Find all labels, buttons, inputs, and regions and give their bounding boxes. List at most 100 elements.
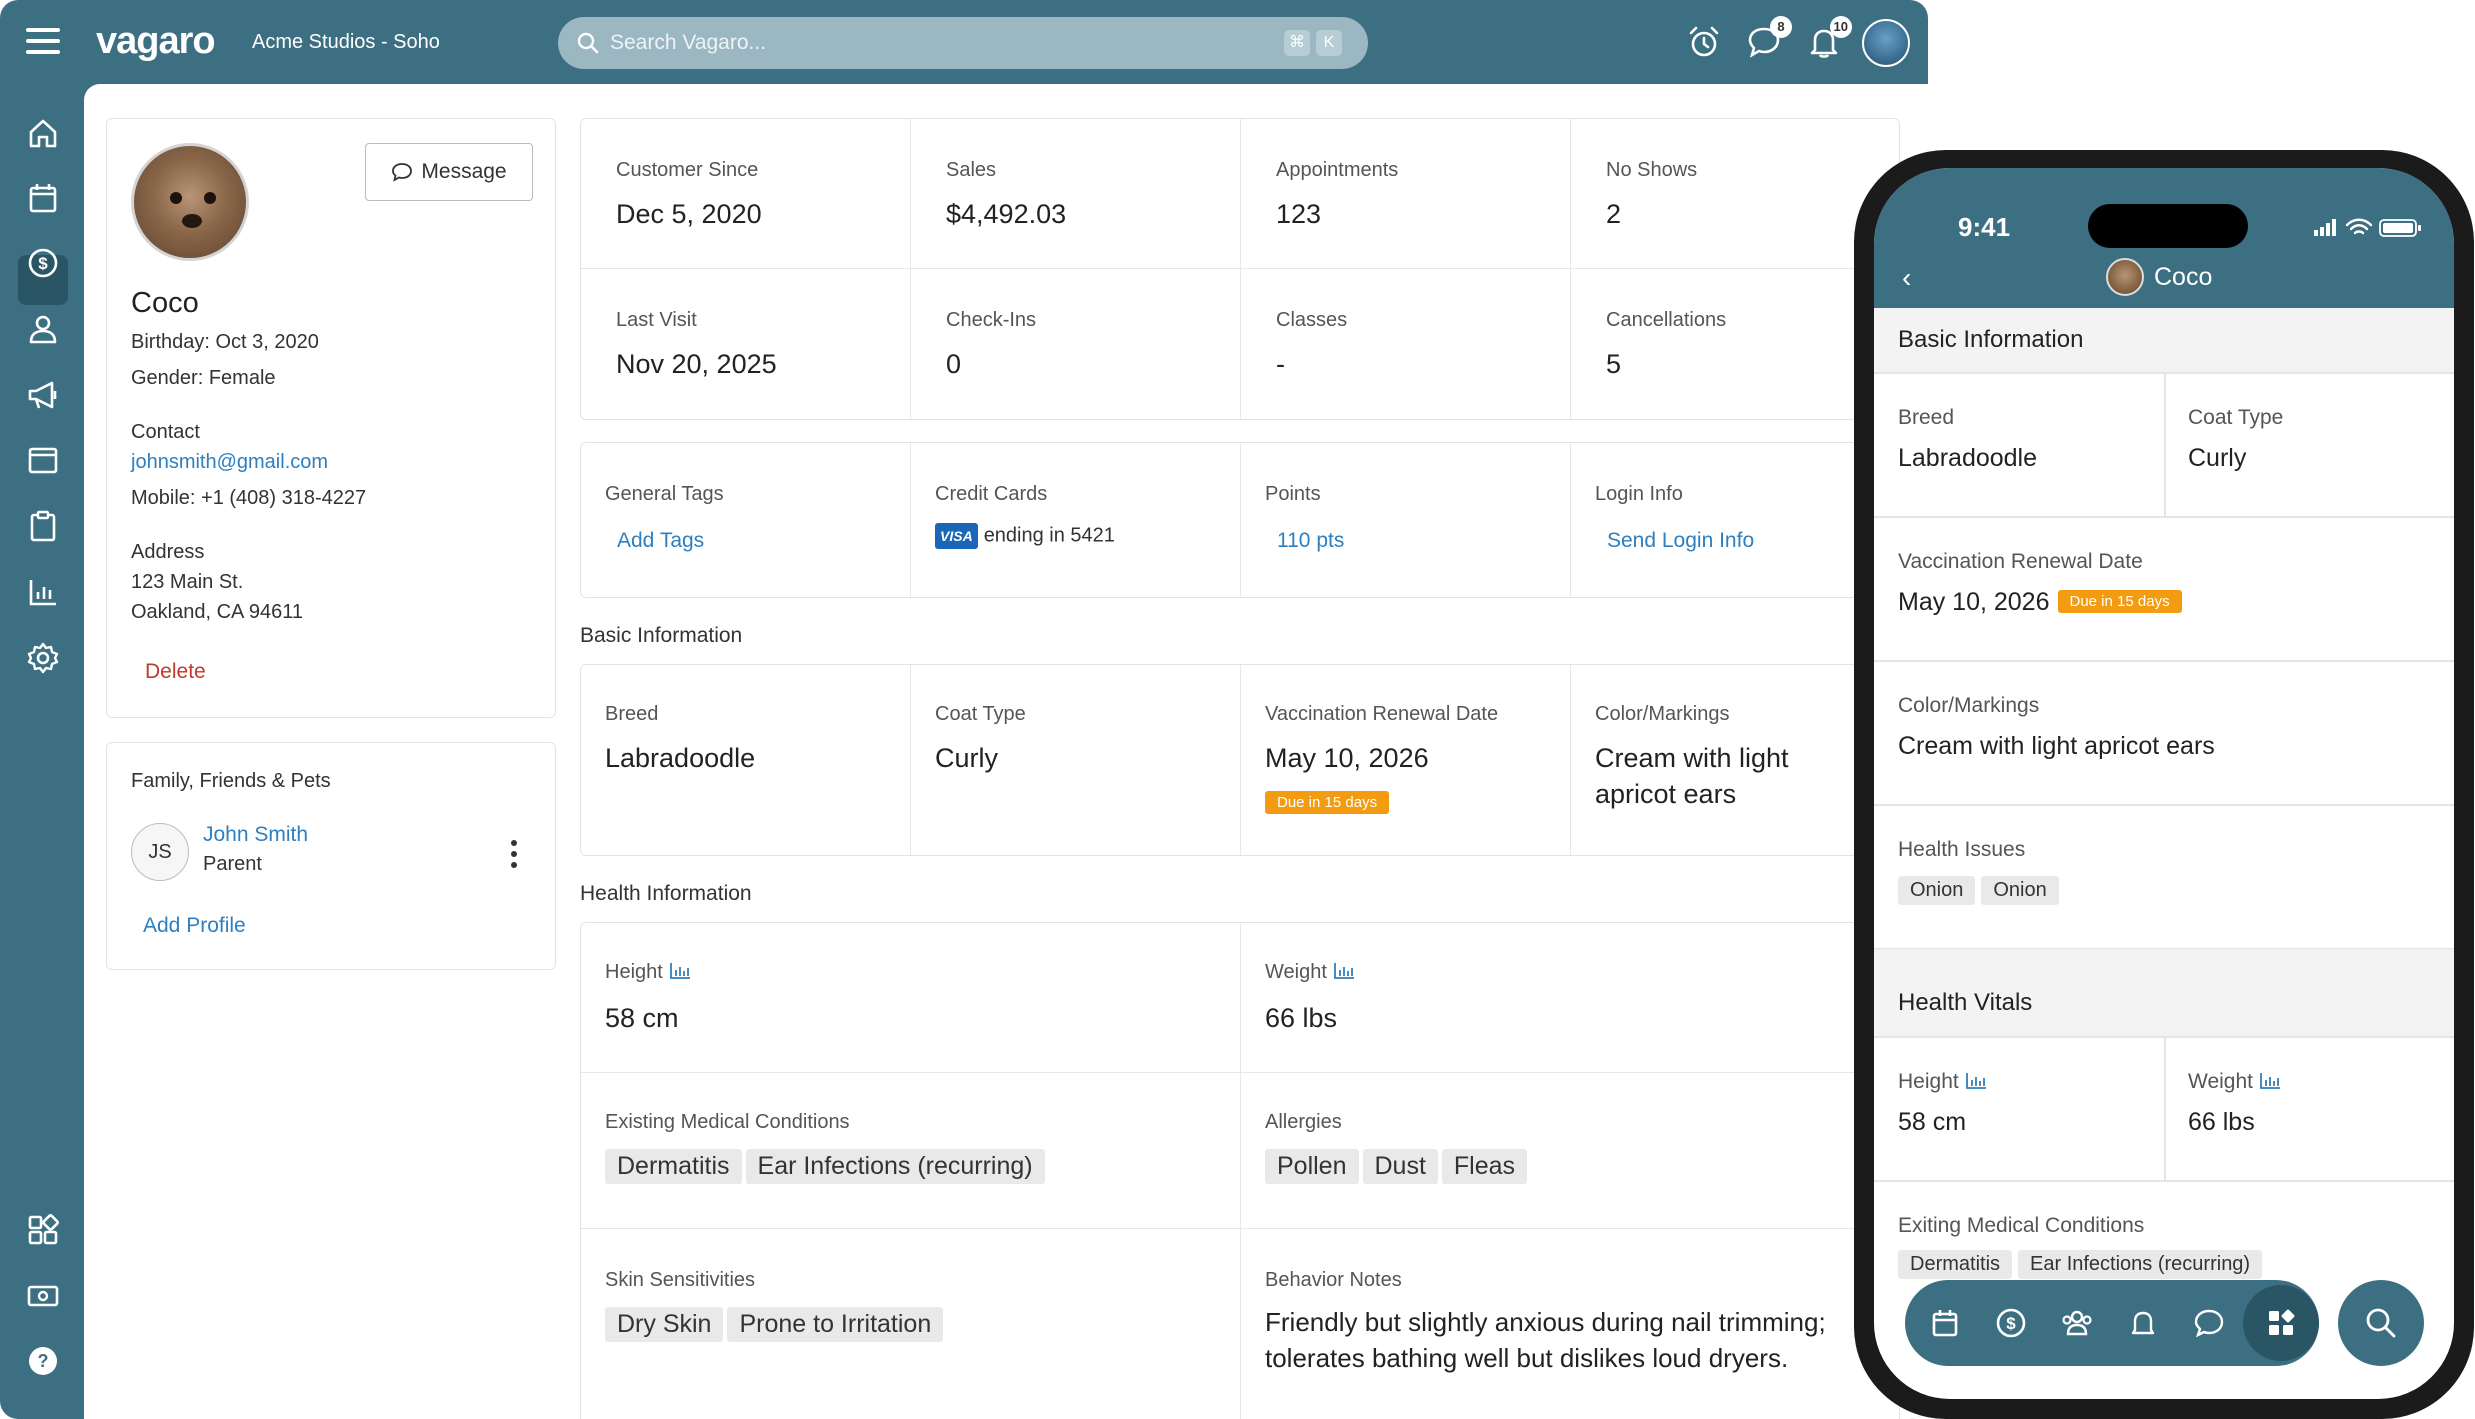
points-cell: Points 110 pts: [1241, 443, 1571, 597]
cash-icon[interactable]: [26, 1279, 60, 1313]
chat-icon[interactable]: [2191, 1305, 2227, 1341]
phone-vitals-title: Health Vitals: [1898, 989, 2033, 1016]
allergies-cell: Allergies Pollen Dust Fleas: [1241, 1073, 1899, 1229]
phone-basic-title: Basic Information: [1898, 326, 2084, 353]
health-info-title: Health Information: [580, 882, 752, 905]
business-name[interactable]: Acme Studios - Soho: [252, 31, 440, 54]
basic-info-grid: Breed Labradoodle Coat Type Curly Vaccin…: [580, 664, 1900, 856]
left-sidebar: $ ?: [0, 84, 84, 1419]
menu-icon[interactable]: [26, 28, 60, 56]
alarm-clock-icon[interactable]: [1686, 24, 1722, 60]
shortcut-key-k: K: [1316, 30, 1342, 56]
allergies-tags: Pollen Dust Fleas: [1265, 1149, 1531, 1184]
bell-icon[interactable]: [2125, 1305, 2161, 1341]
phone-search-button[interactable]: [2338, 1280, 2424, 1366]
bar-chart-icon[interactable]: [669, 962, 691, 980]
weight-label-text: Weight: [1265, 961, 1327, 983]
divider: [1874, 804, 2454, 806]
message-button[interactable]: Message: [365, 143, 533, 201]
phone-coat-label: Coat Type: [2188, 406, 2284, 429]
dollar-icon[interactable]: $: [26, 246, 60, 280]
dashboard-icon[interactable]: [2263, 1305, 2299, 1341]
clipboard-icon[interactable]: [26, 509, 60, 543]
phone-issues-label: Health Issues: [1898, 838, 2026, 861]
phone-device: 9:41 ‹ Coco Basic Information Breed Labr…: [1854, 150, 2474, 1419]
more-options-icon[interactable]: [511, 840, 517, 868]
skin-tags: Dry Skin Prone to Irritation: [605, 1307, 947, 1342]
calendar-icon[interactable]: [26, 181, 60, 215]
bar-chart-icon[interactable]: [1965, 1072, 1987, 1090]
member-relation: Parent: [203, 853, 262, 875]
bar-chart-icon[interactable]: [1333, 962, 1355, 980]
login-info-cell: Login Info Send Login Info: [1571, 443, 1899, 597]
credit-card-row[interactable]: VISA ending in 5421: [935, 523, 1115, 549]
global-search[interactable]: ⌘ K: [558, 17, 1368, 69]
status-icons: [2314, 218, 2421, 237]
height-label-text: Height: [605, 961, 663, 983]
messages-badge: 8: [1770, 16, 1792, 38]
notifications-button[interactable]: 10: [1806, 16, 1852, 60]
stat-label: Customer Since: [616, 159, 759, 181]
pet-eye-left: [170, 192, 182, 204]
dollar-icon[interactable]: $: [1993, 1305, 2029, 1341]
stats-grid: Customer Since Dec 5, 2020 Sales $4,492.…: [580, 118, 1900, 420]
account-info-grid: General Tags Add Tags Credit Cards VISA e…: [580, 442, 1900, 598]
divider: [2164, 1036, 2166, 1180]
phone-weight-label: Weight: [2188, 1070, 2281, 1094]
height-cell: Height 58 cm: [581, 923, 1241, 1073]
bar-chart-icon[interactable]: [26, 575, 60, 609]
weight-cell: Weight 66 lbs: [1241, 923, 1899, 1073]
vagaro-logo[interactable]: vagaro: [96, 20, 216, 63]
contact-mobile: Mobile: +1 (408) 318-4227: [131, 487, 367, 509]
window-icon[interactable]: [26, 443, 60, 477]
color-label: Color/Markings: [1595, 703, 1730, 725]
user-icon[interactable]: [26, 312, 60, 346]
coat-cell: Coat Type Curly: [911, 665, 1241, 855]
divider: [1874, 660, 2454, 662]
phone-pet-avatar: [2106, 258, 2144, 296]
breed-cell: Breed Labradoodle: [581, 665, 911, 855]
condition-tag: Ear Infections (recurring): [745, 1149, 1045, 1184]
help-icon[interactable]: ?: [26, 1344, 60, 1378]
back-chevron-icon[interactable]: ‹: [1902, 262, 1911, 294]
condition-tag: Ear Infections (recurring): [2018, 1250, 2263, 1279]
stat-cancellations: Cancellations 5: [1571, 269, 1899, 419]
apps-icon[interactable]: [26, 1213, 60, 1247]
chat-bubble-icon: [392, 163, 413, 182]
user-avatar[interactable]: [1862, 19, 1910, 67]
megaphone-icon[interactable]: [26, 378, 60, 412]
messages-button[interactable]: 8: [1746, 16, 1792, 60]
send-login-info-link[interactable]: Send Login Info: [1607, 529, 1754, 553]
calendar-icon[interactable]: [1927, 1305, 1963, 1341]
message-button-label: Message: [421, 160, 507, 183]
stat-label: Check-Ins: [946, 309, 1037, 331]
delete-link[interactable]: Delete: [145, 660, 206, 684]
bar-chart-icon[interactable]: [2259, 1072, 2281, 1090]
contact-label: Contact: [131, 421, 200, 443]
users-icon[interactable]: [2059, 1305, 2095, 1341]
home-icon[interactable]: [26, 116, 60, 150]
add-tags-link[interactable]: Add Tags: [617, 529, 704, 553]
pet-avatar: [131, 143, 249, 261]
stat-label: Appointments: [1276, 159, 1399, 181]
height-label: Height: [605, 961, 691, 984]
search-input[interactable]: [610, 27, 1250, 59]
vaccination-label: Vaccination Renewal Date: [1265, 703, 1499, 725]
add-profile-link[interactable]: Add Profile: [143, 914, 246, 938]
gear-icon[interactable]: [26, 641, 60, 675]
behavior-label: Behavior Notes: [1265, 1269, 1402, 1291]
phone-issues-tags: Onion Onion: [1898, 876, 2065, 905]
points-link[interactable]: 110 pts: [1277, 529, 1344, 553]
member-avatar[interactable]: JS: [131, 823, 189, 881]
contact-email-link[interactable]: johnsmith@gmail.com: [131, 451, 328, 474]
stat-no-shows: No Shows 2: [1571, 119, 1899, 269]
phone-height-value: 58 cm: [1898, 1108, 1967, 1136]
color-cell: Color/Markings Cream with light apricot …: [1571, 665, 1899, 855]
phone-weight-value: 66 lbs: [2188, 1108, 2255, 1136]
allergy-tag: Pollen: [1265, 1149, 1359, 1184]
stat-value: Dec 5, 2020: [616, 199, 762, 229]
conditions-label: Existing Medical Conditions: [605, 1111, 850, 1133]
health-info-grid: Height 58 cm Weight 66 lbs Existing Medi…: [580, 922, 1900, 1419]
member-name-link[interactable]: John Smith: [203, 823, 308, 847]
family-card-title: Family, Friends & Pets: [131, 770, 331, 792]
